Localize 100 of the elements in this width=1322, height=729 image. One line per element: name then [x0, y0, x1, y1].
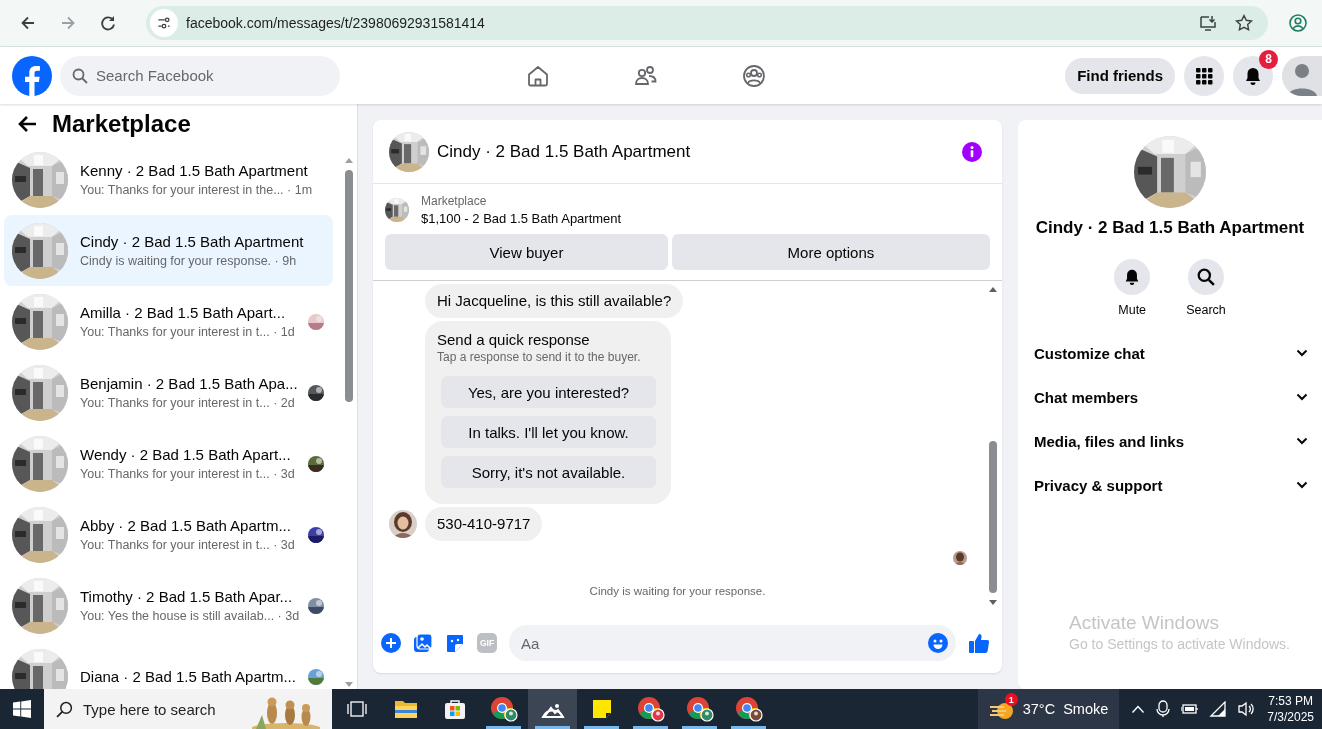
info-icon[interactable] [962, 141, 982, 162]
like-icon[interactable] [968, 632, 990, 654]
star-icon[interactable] [1234, 13, 1254, 33]
conversation-item[interactable]: Kenny · 2 Bad 1.5 Bath Apartment You: Thanks for your interest in the... · 1m [4, 144, 333, 215]
message-preview: Cindy is waiting for your response. [80, 253, 272, 268]
grid-icon [1194, 65, 1214, 86]
quick-reply-button[interactable]: Yes, are you interested? [441, 376, 656, 408]
search-icon [72, 67, 88, 84]
message-preview: You: Thanks for your interest in t... [80, 537, 270, 552]
chevron-down-icon [1296, 393, 1308, 401]
notifications-button[interactable] [1233, 55, 1273, 96]
section-toggle[interactable]: Media, files and links [1026, 419, 1316, 463]
emoji-icon[interactable] [928, 633, 948, 653]
card-subtitle: Tap a response to send it to the buyer. [437, 350, 642, 364]
store-icon[interactable] [443, 698, 466, 720]
plus-icon[interactable] [381, 633, 401, 653]
section-toggle[interactable]: Customize chat [1026, 331, 1316, 375]
section-label: Privacy & support [1034, 476, 1163, 494]
activation-title: Activate Windows [1069, 612, 1220, 634]
volume-icon[interactable] [1237, 701, 1256, 717]
task-view-icon[interactable] [345, 699, 368, 719]
notification-badge: 8 [1259, 49, 1278, 69]
menu-button[interactable] [1184, 55, 1224, 96]
image-icon[interactable] [413, 633, 433, 653]
install-icon[interactable] [1198, 13, 1218, 33]
section-toggle[interactable]: Privacy & support [1026, 463, 1316, 507]
scrollbar[interactable] [344, 156, 354, 689]
message-time: · 1d [273, 324, 295, 339]
conversation-name: Kenny · 2 Bad 1.5 Bath Apartment [80, 160, 309, 181]
action-button[interactable]: View buyer [385, 234, 668, 270]
message-time: · 3d [273, 537, 295, 552]
chevron-down-icon [1296, 437, 1308, 445]
action-label: Mute [1118, 303, 1147, 317]
action-button[interactable]: More options [671, 234, 990, 270]
browser-icon[interactable] [734, 696, 763, 722]
home-icon[interactable] [526, 63, 550, 88]
weather-condition: Smoke [1063, 701, 1109, 717]
start-icon[interactable] [13, 700, 31, 718]
chevron-down-icon [1296, 349, 1308, 357]
quick-reply-button[interactable]: Sorry, it's not available. [441, 456, 656, 488]
sticky-note-icon[interactable] [590, 698, 613, 720]
scrollbar[interactable] [988, 285, 998, 607]
search-icon [56, 700, 73, 718]
conversation-item[interactable]: Amilla · 2 Bad 1.5 Bath Apart... You: Thanks for your interest in t... · 1d [4, 286, 333, 357]
sticker-icon[interactable] [445, 633, 465, 653]
conversation-item[interactable]: Benjamin · 2 Bad 1.5 Bath Apa... You: Thanks for your interest in t... · 2d [4, 357, 333, 428]
message-preview: You: Thanks for your interest in the... [80, 182, 284, 197]
action-label: Search [1186, 303, 1226, 317]
scroll-up-icon[interactable] [344, 156, 354, 164]
activation-text: Go to Settings to activate Windows. [1069, 635, 1290, 654]
wifi-icon[interactable] [1209, 701, 1228, 717]
app-logo[interactable] [12, 55, 52, 96]
listing-title: $1,100 - 2 Bad 1.5 Bath Apartment [421, 210, 622, 228]
conversation-name: Diana · 2 Bad 1.5 Bath Apartm... [80, 666, 296, 687]
scroll-up-icon[interactable] [988, 285, 998, 293]
groups-icon[interactable] [742, 63, 766, 88]
message-placeholder: Aa [521, 634, 540, 652]
avatar-icon[interactable] [1282, 55, 1322, 96]
chevron-down-icon [1296, 481, 1308, 489]
section-toggle[interactable]: Chat members [1026, 375, 1316, 419]
taskbar-search-field[interactable]: Type here to search [44, 689, 332, 729]
address-bar[interactable]: facebook.com/messages/t/23980692931581414 [146, 6, 1268, 40]
message-field[interactable]: Aa [509, 625, 956, 661]
message-preview: You: Thanks for your interest in t... [80, 395, 270, 410]
friends-icon[interactable] [634, 63, 658, 88]
clock[interactable]: 7:53 PM 7/3/2025 [1263, 693, 1322, 725]
message-time: · 3d [277, 608, 300, 623]
microphone-icon[interactable] [1155, 700, 1172, 718]
message-bubble: 530-410-9717 [425, 507, 543, 541]
clock-time: 7:53 PM [1267, 693, 1314, 709]
conversation-name: Amilla · 2 Bad 1.5 Bath Apart... [80, 302, 287, 323]
weather-widget[interactable]: 1 37°C Smoke [977, 689, 1120, 729]
browser-icon[interactable] [685, 696, 714, 722]
chevron-up-icon[interactable] [1131, 704, 1146, 714]
folder-icon[interactable] [393, 699, 418, 719]
conversation-item[interactable]: Wendy · 2 Bad 1.5 Bath Apart... You: Thanks for your interest in t... · 3d [4, 428, 333, 499]
message-preview: You: Thanks for your interest in t... [80, 324, 270, 339]
find-friends-button[interactable]: Find friends [1065, 57, 1175, 94]
search-placeholder: Type here to search [83, 700, 216, 718]
message-time: · 3d [273, 466, 295, 481]
quick-reply-button[interactable]: In talks. I'll let you know. [441, 416, 656, 448]
chat-title: Cindy · 2 Bad 1.5 Bath Apartment [437, 141, 692, 162]
scroll-down-icon[interactable] [988, 599, 998, 607]
section-label: Chat members [1034, 388, 1139, 406]
message-time: · 1m [287, 182, 313, 197]
taskbar-app[interactable] [528, 689, 577, 729]
profile-icon[interactable] [1288, 13, 1308, 33]
search-field[interactable]: Search Facebook [60, 55, 340, 96]
listing-label: Marketplace [421, 193, 488, 210]
conversation-item[interactable]: Cindy · 2 Bad 1.5 Bath Apartment Cindy is waiting for your response. · 9h [4, 215, 333, 286]
search-icon [1197, 268, 1215, 286]
browser-icon[interactable] [636, 696, 665, 722]
section-label: Customize chat [1034, 344, 1145, 362]
message-time: · 2d [273, 395, 295, 410]
site-settings-icon[interactable] [156, 15, 172, 31]
browser-icon[interactable] [489, 696, 518, 722]
conversation-item[interactable]: Timothy · 2 Bad 1.5 Bath Apar... You: Yes the house is still availab... · 3d [4, 570, 333, 641]
battery-icon[interactable] [1181, 702, 1200, 716]
section-label: Media, files and links [1034, 432, 1185, 450]
conversation-item[interactable]: Abby · 2 Bad 1.5 Bath Apartm... You: Thanks for your interest in t... · 3d [4, 499, 333, 570]
